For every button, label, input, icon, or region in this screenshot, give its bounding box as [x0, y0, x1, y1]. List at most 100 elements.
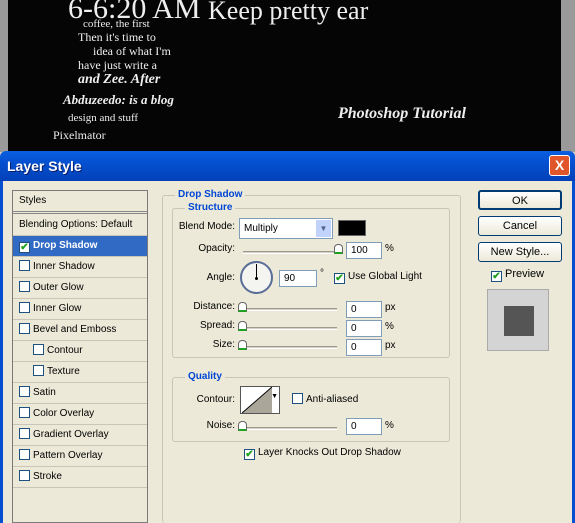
art-text: and Zee. After	[78, 72, 161, 87]
style-item-color-overlay[interactable]: Color Overlay	[13, 404, 147, 425]
quality-heading: Quality	[185, 371, 225, 382]
size-slider-track[interactable]	[240, 346, 337, 349]
checkbox-box[interactable]	[19, 260, 30, 271]
style-item-label: Blending Options: Default	[19, 219, 133, 230]
opacity-unit: %	[385, 243, 394, 254]
style-item-label: Contour	[47, 345, 83, 356]
art-text: Abduzeedo: is a blog	[63, 92, 174, 107]
checkmark-icon: ✔	[244, 449, 255, 460]
preview-checkbox[interactable]: ✔ Preview	[491, 268, 544, 282]
style-item-label: Stroke	[33, 471, 62, 482]
checkbox-box	[292, 393, 303, 404]
opacity-slider-track[interactable]	[243, 251, 340, 254]
style-item-label: Outer Glow	[33, 282, 84, 293]
ok-button[interactable]: OK	[478, 190, 562, 210]
angle-dial[interactable]	[240, 261, 273, 294]
styles-header[interactable]: Styles	[13, 191, 147, 214]
checkbox-box[interactable]	[19, 449, 30, 460]
close-button[interactable]: X	[549, 155, 570, 176]
opacity-input[interactable]: 100	[346, 242, 382, 259]
checkbox-box[interactable]	[19, 302, 30, 313]
checkmark-icon[interactable]: ✔	[19, 242, 30, 253]
background-image: 6-6:20 AM Keep pretty ear coffee, the fi…	[0, 0, 575, 152]
art-text: Pixelmator	[53, 128, 106, 142]
checkbox-box[interactable]	[19, 428, 30, 439]
title-bar[interactable]: Layer Style X	[0, 151, 575, 181]
style-item-gradient-overlay[interactable]: Gradient Overlay	[13, 425, 147, 446]
spread-slider-track[interactable]	[240, 327, 337, 330]
style-item-satin[interactable]: Satin	[13, 383, 147, 404]
style-item-label: Bevel and Emboss	[33, 324, 117, 335]
noise-unit: %	[385, 420, 394, 431]
shadow-color-swatch[interactable]	[338, 220, 366, 236]
distance-slider-thumb[interactable]	[238, 302, 247, 312]
art-text: design and stuff	[68, 112, 139, 124]
contour-picker[interactable]: ▼	[240, 386, 280, 414]
distance-label: Distance:	[193, 301, 235, 312]
checkbox-box[interactable]	[33, 365, 44, 376]
style-item-stroke[interactable]: Stroke	[13, 467, 147, 488]
drop-shadow-heading: Drop Shadow	[175, 189, 246, 200]
spread-input[interactable]: 0	[346, 320, 382, 337]
use-global-light-checkbox[interactable]: ✔ Use Global Light	[334, 271, 422, 284]
spread-label: Spread:	[199, 320, 235, 331]
art-text: Photoshop Tutorial	[338, 105, 466, 122]
style-item-contour[interactable]: Contour	[13, 341, 147, 362]
checkbox-box[interactable]	[19, 281, 30, 292]
blend-mode-label: Blend Mode:	[178, 221, 235, 232]
style-item-label: Inner Glow	[33, 303, 82, 314]
angle-input[interactable]: 90	[279, 270, 317, 287]
noise-slider-thumb[interactable]	[238, 421, 247, 431]
window-title: Layer Style	[7, 158, 82, 174]
contour-label: Contour:	[196, 394, 235, 405]
style-item-pattern-overlay[interactable]: Pattern Overlay	[13, 446, 147, 467]
checkbox-box[interactable]	[19, 407, 30, 418]
structure-heading: Structure	[185, 202, 236, 213]
contour-linear-icon	[242, 387, 272, 413]
style-item-outer-glow[interactable]: Outer Glow	[13, 278, 147, 299]
style-item-inner-glow[interactable]: Inner Glow	[13, 299, 147, 320]
angle-label: Angle:	[206, 272, 235, 283]
checkbox-box[interactable]	[33, 344, 44, 355]
style-item-texture[interactable]: Texture	[13, 362, 147, 383]
style-item-label: Texture	[47, 366, 80, 377]
distance-slider-track[interactable]	[240, 308, 337, 311]
layer-knocks-out-checkbox[interactable]: ✔ Layer Knocks Out Drop Shadow	[244, 447, 401, 460]
opacity-slider-thumb[interactable]	[334, 244, 343, 254]
size-slider-thumb[interactable]	[238, 340, 247, 350]
checkbox-box[interactable]	[19, 323, 30, 334]
distance-unit: px	[385, 302, 396, 313]
typography-artwork: 6-6:20 AM Keep pretty ear coffee, the fi…	[8, 0, 561, 152]
style-item-label: Inner Shadow	[33, 261, 95, 272]
noise-slider-track[interactable]	[240, 427, 337, 430]
style-item-blending-options-default[interactable]: Blending Options: Default	[13, 215, 147, 236]
style-item-drop-shadow[interactable]: ✔ Drop Shadow	[13, 236, 147, 257]
checkmark-icon: ✔	[334, 273, 345, 284]
blend-mode-select[interactable]: Multiply ▼	[239, 218, 333, 239]
noise-input[interactable]: 0	[346, 418, 382, 435]
style-item-label: Satin	[33, 387, 56, 398]
noise-label: Noise:	[206, 420, 235, 431]
blend-mode-value: Multiply	[244, 223, 278, 234]
style-item-label: Color Overlay	[33, 408, 95, 419]
art-text: idea of what I'm	[93, 44, 171, 58]
angle-unit: °	[320, 268, 324, 279]
cancel-button[interactable]: Cancel	[478, 216, 562, 236]
spread-slider-thumb[interactable]	[238, 321, 247, 331]
preview-label: Preview	[505, 268, 545, 280]
size-input[interactable]: 0	[346, 339, 382, 356]
style-item-bevel-and-emboss[interactable]: Bevel and Emboss	[13, 320, 147, 341]
art-text: coffee, the first	[83, 18, 150, 30]
angle-center	[255, 277, 258, 280]
opacity-label: Opacity:	[198, 243, 235, 254]
size-unit: px	[385, 340, 396, 351]
style-item-label: Drop Shadow	[33, 240, 98, 251]
style-item-inner-shadow[interactable]: Inner Shadow	[13, 257, 147, 278]
checkbox-box[interactable]	[19, 470, 30, 481]
anti-aliased-checkbox[interactable]: Anti-aliased	[292, 393, 358, 405]
checkmark-icon: ✔	[491, 271, 502, 282]
art-text: have just write a	[78, 58, 157, 72]
checkbox-box[interactable]	[19, 386, 30, 397]
distance-input[interactable]: 0	[346, 301, 382, 318]
new-style-button[interactable]: New Style...	[478, 242, 562, 262]
